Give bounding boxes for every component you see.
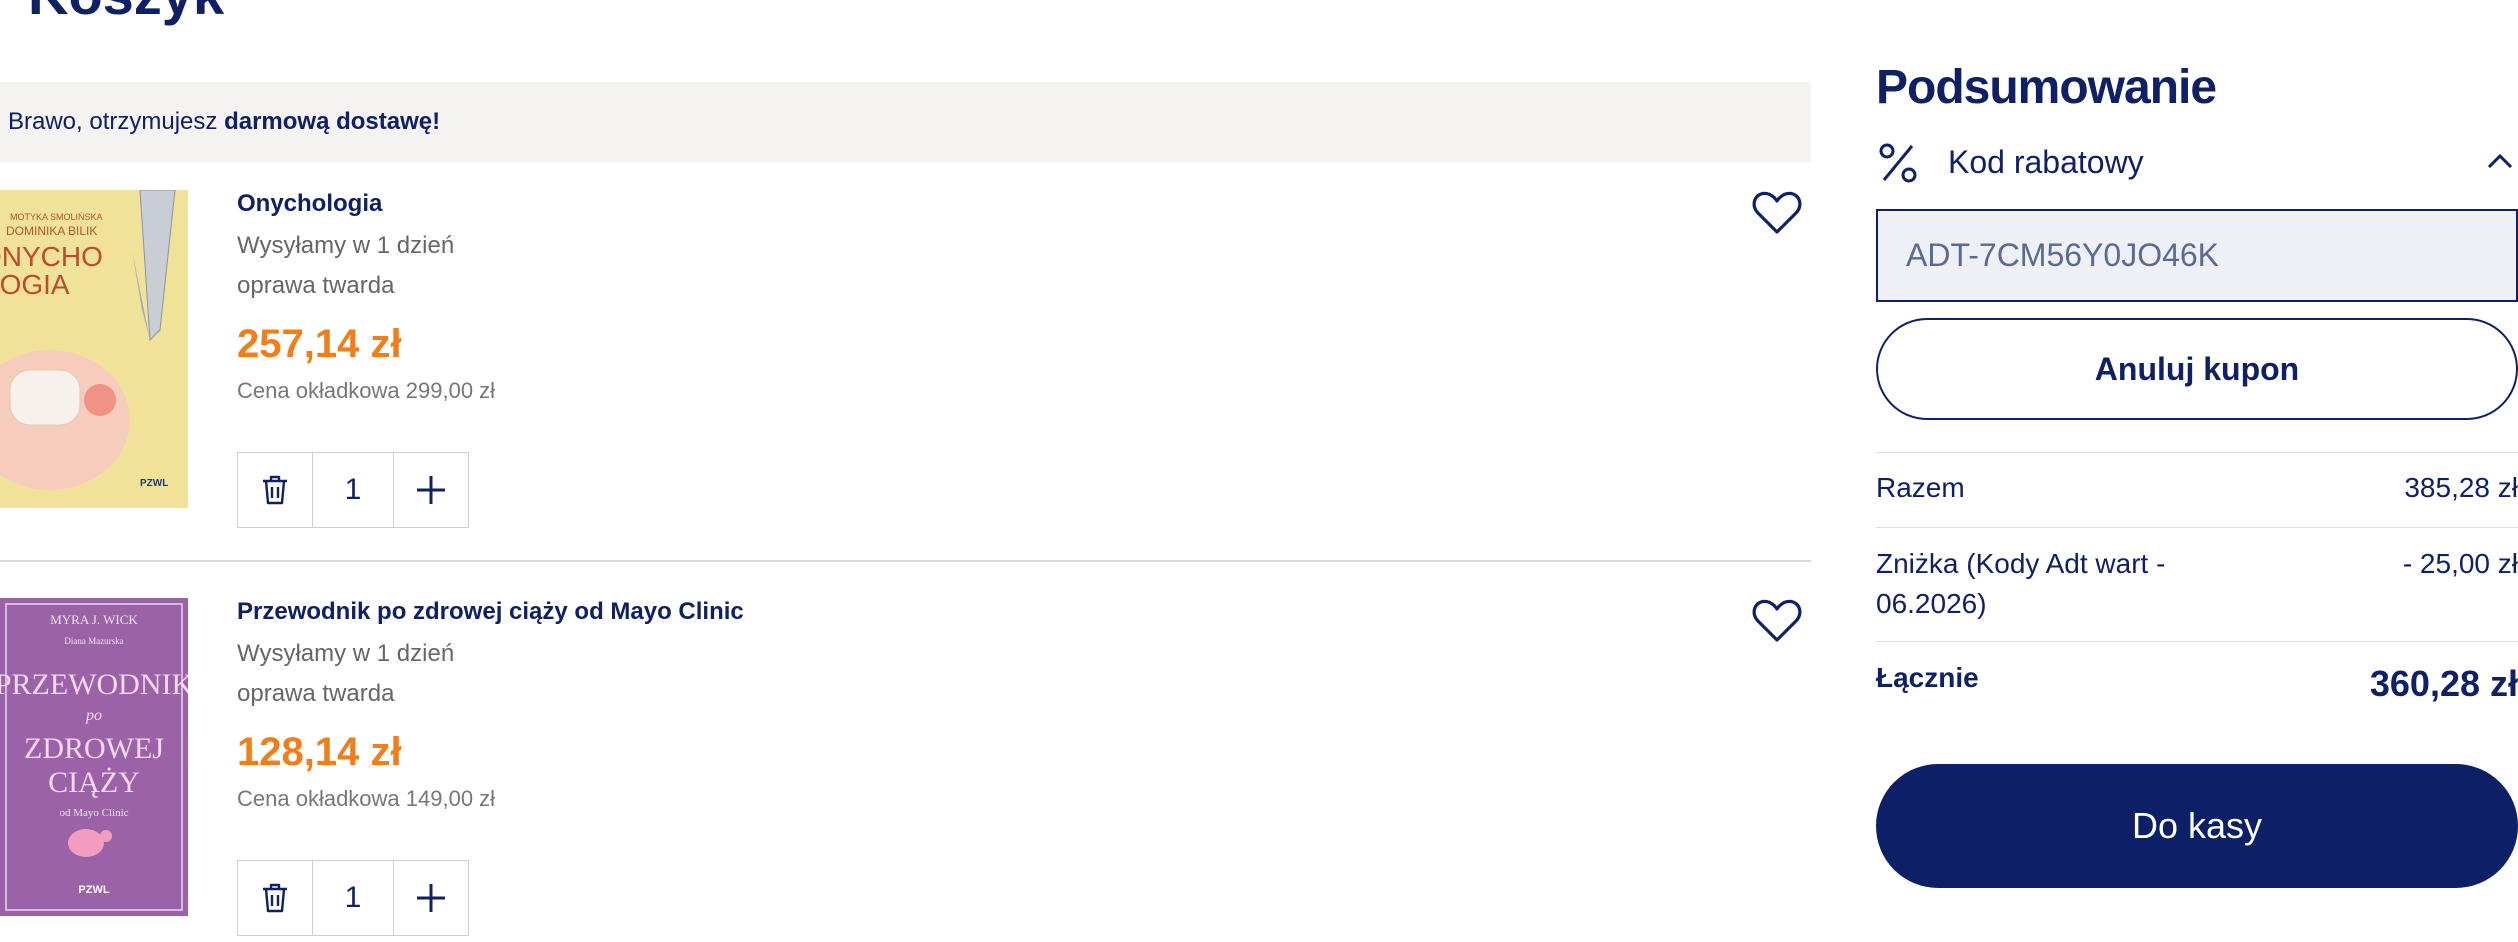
cart-item: MOTYKA SMOLIŃSKA DOMINIKA BILIK ONYCHO L…: [0, 190, 1811, 570]
book-cover-image[interactable]: MYRA J. WICK Diana Mazurska PRZEWODNIK p…: [0, 598, 188, 916]
svg-text:ZDROWEJ: ZDROWEJ: [24, 732, 164, 765]
quantity-stepper: 1: [237, 860, 469, 936]
quantity-value[interactable]: 1: [312, 861, 394, 935]
plus-icon: [417, 884, 445, 912]
cart-item: MYRA J. WICK Diana Mazurska PRZEWODNIK p…: [0, 598, 1811, 942]
coupon-label: Kod rabatowy: [1948, 144, 2144, 180]
book-cover-image[interactable]: MOTYKA SMOLIŃSKA DOMINIKA BILIK ONYCHO L…: [0, 190, 188, 508]
svg-text:PZWL: PZWL: [78, 884, 109, 896]
discount-label: Zniżka (Kody Adt wart - 06.2026): [1876, 548, 2166, 619]
quantity-stepper: 1: [237, 452, 469, 528]
coupon-toggle[interactable]: Kod rabatowy: [1876, 140, 2518, 188]
cancel-coupon-button[interactable]: Anuluj kupon: [1876, 318, 2518, 420]
cover-price: Cena okładkowa 149,00 zł: [237, 786, 496, 811]
total-label: Łącznie: [1876, 662, 1979, 693]
increase-quantity-button[interactable]: [394, 861, 468, 935]
svg-text:PZWL: PZWL: [140, 478, 168, 489]
shipping-info: Wysyłamy w 1 dzień: [237, 232, 455, 259]
trash-icon: [263, 883, 287, 913]
cover-price: Cena okładkowa 299,00 zł: [237, 378, 496, 403]
product-title[interactable]: Onychologia: [237, 190, 382, 218]
binding-type: oprawa twarda: [237, 680, 395, 707]
shipping-info: Wysyłamy w 1 dzień: [237, 640, 455, 667]
trash-icon: [263, 475, 287, 505]
binding-type: oprawa twarda: [237, 272, 395, 299]
svg-text:LOGIA: LOGIA: [0, 269, 70, 300]
plus-icon: [417, 476, 445, 504]
subtotal-label: Razem: [1876, 472, 1965, 503]
svg-text:DOMINIKA BILIK: DOMINIKA BILIK: [6, 224, 97, 238]
free-delivery-banner: Brawo, otrzymujesz darmową dostawę!: [0, 82, 1811, 162]
heart-icon[interactable]: [1752, 190, 1802, 236]
price: 257,14 zł: [237, 322, 402, 366]
divider: [1876, 641, 2518, 642]
increase-quantity-button[interactable]: [394, 453, 468, 527]
remove-button[interactable]: [238, 453, 312, 527]
discount-value: - 25,00 zł: [2402, 548, 2518, 579]
checkout-button[interactable]: Do kasy: [1876, 764, 2518, 888]
svg-text:MOTYKA SMOLIŃSKA: MOTYKA SMOLIŃSKA: [10, 212, 103, 222]
heart-icon[interactable]: [1752, 598, 1802, 644]
svg-text:po: po: [85, 707, 102, 724]
svg-text:ONYCHO: ONYCHO: [0, 241, 103, 272]
svg-text:CIĄŻY: CIĄŻY: [48, 766, 140, 799]
svg-text:MYRA J. WICK: MYRA J. WICK: [50, 612, 138, 627]
divider: [1876, 452, 2518, 453]
banner-text: Brawo, otrzymujesz darmową dostawę!: [8, 108, 441, 135]
svg-text:Diana Mazurska: Diana Mazurska: [64, 636, 123, 646]
chevron-up-icon[interactable]: [2486, 152, 2514, 170]
product-title[interactable]: Przewodnik po zdrowej ciąży od Mayo Clin…: [237, 598, 744, 626]
page-heading: Koszyk: [28, 0, 224, 27]
svg-text:PRZEWODNIK: PRZEWODNIK: [0, 668, 188, 701]
percent-icon: [1879, 143, 1917, 183]
remove-button[interactable]: [238, 861, 312, 935]
coupon-code-input[interactable]: [1876, 209, 2518, 302]
total-value: 360,28 zł: [2369, 663, 2518, 704]
quantity-value[interactable]: 1: [312, 453, 394, 527]
price: 128,14 zł: [237, 730, 402, 774]
summary-title: Podsumowanie: [1876, 61, 2217, 114]
divider: [1876, 527, 2518, 528]
svg-text:od Mayo Clinic: od Mayo Clinic: [59, 807, 128, 819]
item-divider: [0, 560, 1811, 562]
subtotal-value: 385,28 zł: [2404, 472, 2518, 503]
